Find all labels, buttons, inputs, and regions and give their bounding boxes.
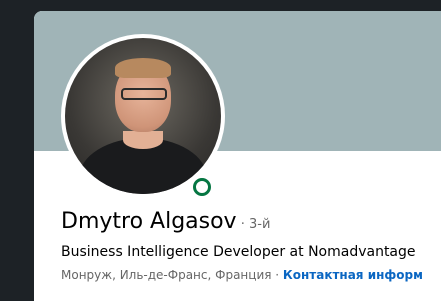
name-line: Dmytro Algasov · 3-й bbox=[61, 209, 270, 234]
avatar-glasses bbox=[121, 88, 167, 100]
location-line: Монруж, Иль-де-Франс, Франция · Контактн… bbox=[61, 268, 423, 282]
contact-info-link[interactable]: Контактная информ bbox=[283, 268, 423, 282]
avatar-hair bbox=[115, 58, 171, 78]
profile-location: Монруж, Иль-де-Франс, Франция bbox=[61, 268, 272, 282]
separator: · bbox=[271, 268, 283, 282]
profile-card: Dmytro Algasov · 3-й Business Intelligen… bbox=[34, 11, 441, 301]
avatar bbox=[65, 38, 221, 194]
online-status-icon bbox=[190, 175, 214, 199]
avatar-neck bbox=[123, 131, 163, 149]
connection-degree: · 3-й bbox=[236, 217, 271, 232]
profile-headline: Business Intelligence Developer at Nomad… bbox=[61, 244, 416, 260]
profile-name: Dmytro Algasov bbox=[61, 209, 237, 234]
profile-photo[interactable] bbox=[61, 34, 225, 198]
